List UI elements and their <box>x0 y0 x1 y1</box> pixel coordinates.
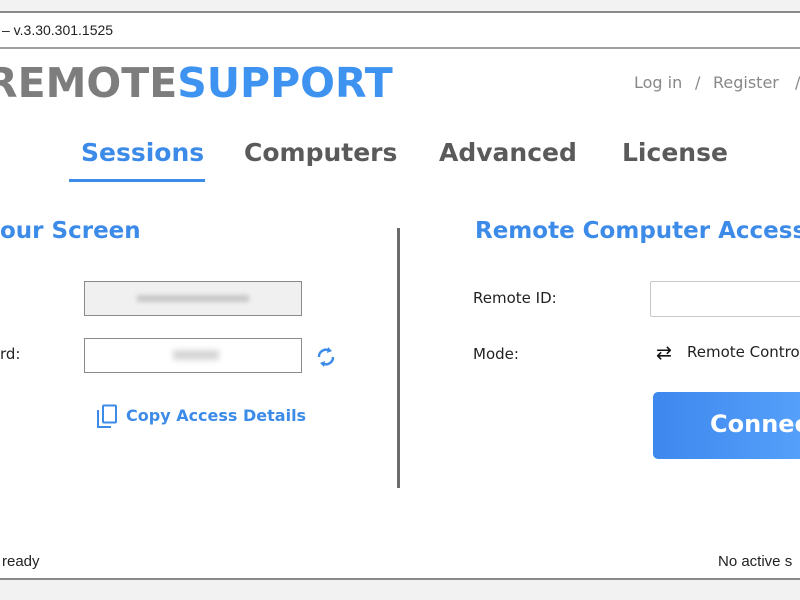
password-field[interactable] <box>84 338 302 373</box>
tab-license[interactable]: License <box>622 138 728 167</box>
active-tab-indicator <box>69 179 205 182</box>
refresh-icon[interactable] <box>314 343 338 371</box>
status-right: No active s <box>718 553 793 570</box>
password-label: rd: <box>0 345 21 363</box>
register-link[interactable]: Register <box>713 73 779 92</box>
your-id-field[interactable] <box>84 281 302 316</box>
connect-button[interactable]: Connect <box>653 392 800 459</box>
your-screen-heading: our Screen <box>0 218 141 244</box>
mode-label: Mode: <box>473 345 519 363</box>
copy-access-label: Copy Access Details <box>126 406 307 425</box>
title-bar: – v.3.30.301.1525 <box>0 13 800 49</box>
window-title: – v.3.30.301.1525 <box>2 22 114 38</box>
nav-separator: / <box>695 73 701 92</box>
mode-value: Remote Contro <box>687 343 800 361</box>
copy-icon <box>97 404 117 428</box>
app-window: – v.3.30.301.1525 REMOTESUPPORT Log in /… <box>0 11 800 580</box>
tab-advanced[interactable]: Advanced <box>439 138 577 167</box>
remote-access-heading: Remote Computer Access <box>475 218 800 244</box>
remote-id-input[interactable] <box>650 281 800 317</box>
panel-divider <box>397 228 400 488</box>
swap-arrows-icon: ⇄ <box>656 342 672 364</box>
status-left: ready <box>2 553 40 570</box>
login-link[interactable]: Log in <box>634 73 682 92</box>
logo: REMOTESUPPORT <box>0 59 393 107</box>
tab-sessions[interactable]: Sessions <box>81 138 204 167</box>
tab-computers[interactable]: Computers <box>244 138 397 167</box>
remote-id-label: Remote ID: <box>473 289 557 307</box>
status-divider <box>0 578 800 580</box>
nav-separator: / <box>795 73 800 92</box>
